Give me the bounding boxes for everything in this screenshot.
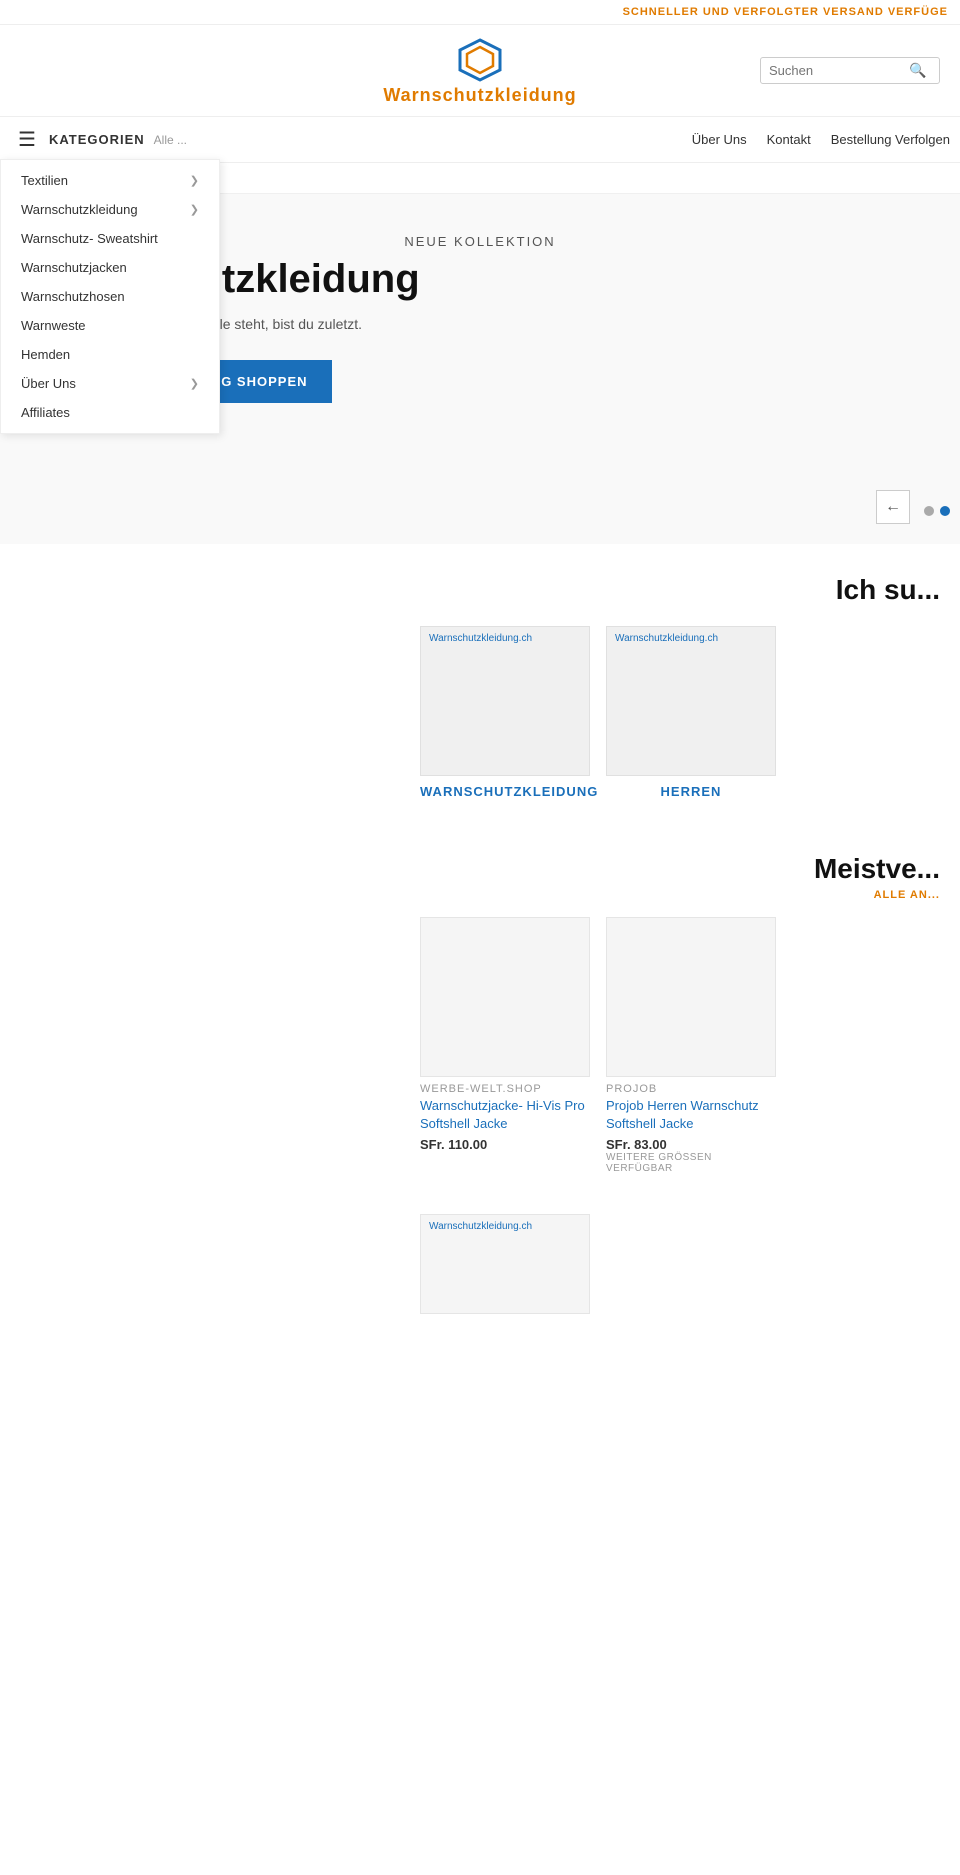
cat-img-warnschutzkleidung: Warnschutzkleidung.ch: [420, 626, 590, 776]
dropdown-item-ueber-uns[interactable]: Über Uns ❯: [1, 369, 219, 398]
bottom-product-row: Warnschutzkleidung.ch: [0, 1214, 960, 1344]
dropdown-item-hemden[interactable]: Hemden: [1, 340, 219, 369]
banner-text: SCHNELLER UND VERFOLGTER VERSAND VERFÜGE: [623, 6, 948, 18]
nav-links: Über Uns Kontakt Bestellung Verfolgen: [692, 122, 950, 157]
logo-area[interactable]: Warnschutzkleidung: [383, 35, 576, 106]
chevron-right-icon: ❯: [190, 174, 199, 187]
dropdown-item-textilien[interactable]: Textilien ❯: [1, 166, 219, 195]
dropdown-item-warnweste[interactable]: Warnweste: [1, 311, 219, 340]
product-cards: WERBE-WELT.SHOP Warnschutzjacke- Hi-Vis …: [0, 901, 960, 1214]
logo-text: Warnschutzkleidung: [383, 85, 576, 106]
prod-img-projob: [606, 917, 776, 1077]
category-cards: Warnschutzkleidung.ch WARNSCHUTZKLEIDUNG…: [0, 616, 960, 823]
bottom-prod-img: Warnschutzkleidung.ch: [420, 1214, 590, 1314]
cat-card-herren[interactable]: Warnschutzkleidung.ch HERREN: [606, 626, 776, 803]
chevron-right-icon: ❯: [190, 203, 199, 216]
nav-ueber-uns[interactable]: Über Uns: [692, 122, 747, 157]
prod-price-warnschutzjacke: SFr. 110.00: [420, 1137, 590, 1152]
dropdown-menu: Textilien ❯ Warnschutzkleidung ❯ Warnsch…: [0, 159, 220, 434]
hero-dots: [924, 506, 950, 516]
bestseller-heading: Meistve...: [0, 823, 960, 889]
search-input[interactable]: [769, 63, 909, 78]
top-banner: SCHNELLER UND VERFOLGTER VERSAND VERFÜGE: [0, 0, 960, 25]
dropdown-item-jacken[interactable]: Warnschutzjacken: [1, 253, 219, 282]
dropdown-item-warnschutzkleidung[interactable]: Warnschutzkleidung ❯: [1, 195, 219, 224]
hamburger-icon[interactable]: ☰: [10, 117, 44, 162]
hero-dot-1[interactable]: [924, 506, 934, 516]
cat-img-herren: Warnschutzkleidung.ch: [606, 626, 776, 776]
navbar: ☰ KATEGORIEN Alle ... Über Uns Kontakt B…: [0, 116, 960, 163]
header: Warnschutzkleidung 🔍: [0, 25, 960, 116]
ich-suche-heading: Ich su...: [0, 544, 960, 616]
search-icon[interactable]: 🔍: [909, 62, 926, 79]
alle-label[interactable]: Alle ...: [150, 123, 191, 157]
cat-card-warnschutzkleidung[interactable]: Warnschutzkleidung.ch WARNSCHUTZKLEIDUNG: [420, 626, 590, 803]
prod-availability-projob: WEITERE GRÖSSEN VERFÜGBAR: [606, 1152, 776, 1174]
prod-brand-werbe: WERBE-WELT.SHOP: [420, 1077, 590, 1097]
bottom-prod-card[interactable]: Warnschutzkleidung.ch: [420, 1214, 590, 1314]
hero-prev-button[interactable]: ←: [876, 490, 910, 524]
kategorien-label: KATEGORIEN: [44, 122, 150, 157]
prod-img-warnschutzjacke: [420, 917, 590, 1077]
search-bar[interactable]: 🔍: [760, 57, 940, 84]
alle-anzeigen-link[interactable]: ALLE AN...: [0, 889, 960, 901]
prod-card-projob[interactable]: PROJOB Projob Herren Warnschutz Softshel…: [606, 917, 776, 1174]
cat-title-warnschutzkleidung: WARNSCHUTZKLEIDUNG: [420, 776, 590, 803]
prod-price-projob: SFr. 83.00: [606, 1137, 776, 1152]
dropdown-item-affiliates[interactable]: Affiliates: [1, 398, 219, 427]
hero-dot-2[interactable]: [940, 506, 950, 516]
logo-icon: [455, 35, 505, 85]
dropdown-item-sweatshirt[interactable]: Warnschutz- Sweatshirt: [1, 224, 219, 253]
cat-title-herren: HERREN: [606, 776, 776, 803]
nav-kontakt[interactable]: Kontakt: [767, 122, 811, 157]
prod-name-projob[interactable]: Projob Herren Warnschutz Softshell Jacke: [606, 1097, 776, 1133]
prod-name-warnschutzjacke[interactable]: Warnschutzjacke- Hi-Vis Pro Softshell Ja…: [420, 1097, 590, 1133]
dropdown-item-hosen[interactable]: Warnschutzhosen: [1, 282, 219, 311]
nav-bestellung[interactable]: Bestellung Verfolgen: [831, 122, 950, 157]
prod-brand-projob: PROJOB: [606, 1077, 776, 1097]
chevron-right-icon: ❯: [190, 377, 199, 390]
prod-card-warnschutzjacke[interactable]: WERBE-WELT.SHOP Warnschutzjacke- Hi-Vis …: [420, 917, 590, 1174]
